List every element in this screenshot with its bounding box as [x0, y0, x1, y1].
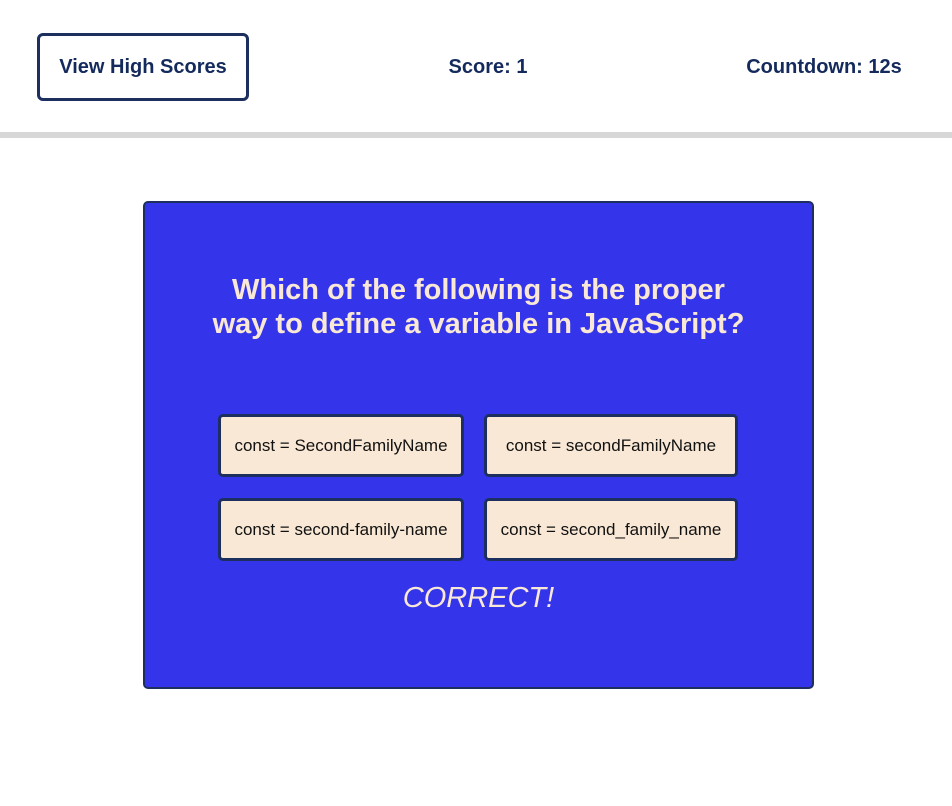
answer-button-4[interactable]: const = second_family_name: [484, 498, 738, 561]
answer-button-1[interactable]: const = SecondFamilyName: [218, 414, 464, 477]
question-text: Which of the following is the proper way…: [212, 274, 745, 340]
score-display: Score: 1: [448, 56, 528, 78]
countdown-timer: Countdown: 12s: [746, 56, 902, 78]
answer-button-3[interactable]: const = second-family-name: [218, 498, 464, 561]
view-high-scores-button[interactable]: View High Scores: [37, 33, 249, 101]
answer-feedback: CORRECT!: [402, 582, 555, 614]
quiz-card: Which of the following is the proper way…: [143, 201, 814, 689]
header-bar: View High Scores Score: 1 Countdown: 12s: [0, 0, 952, 138]
answer-button-2[interactable]: const = secondFamilyName: [484, 414, 738, 477]
